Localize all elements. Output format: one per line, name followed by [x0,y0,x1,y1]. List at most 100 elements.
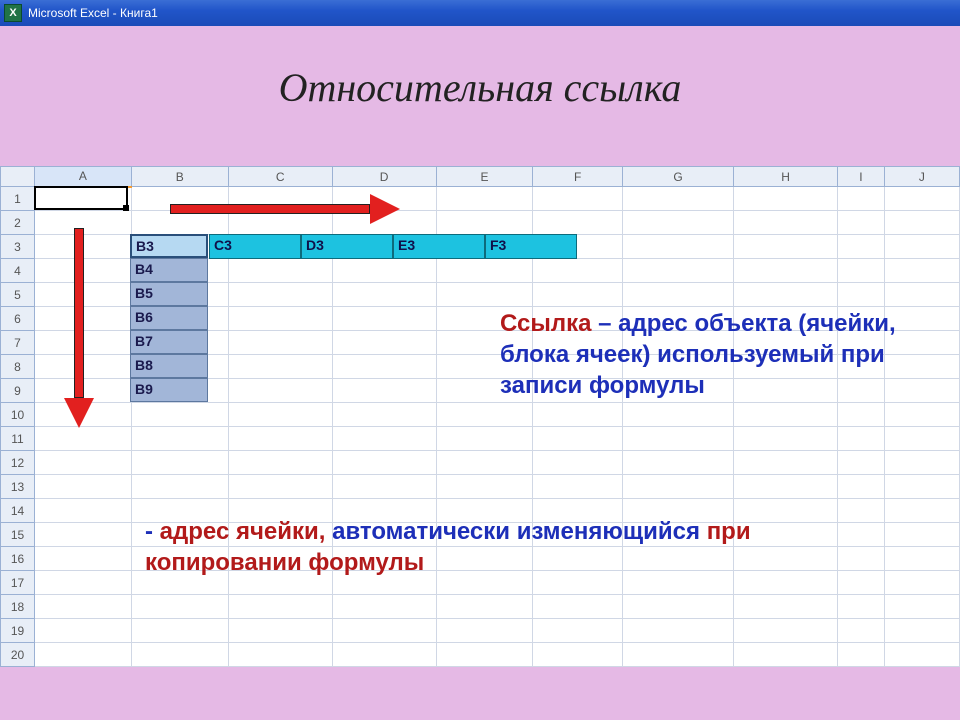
col-header-B[interactable]: B [131,167,228,187]
cell[interactable] [623,451,734,475]
cell[interactable] [838,571,885,595]
col-header-E[interactable]: E [436,167,533,187]
row-header[interactable]: 9 [1,379,35,403]
col-header-D[interactable]: D [332,167,436,187]
cell[interactable] [228,595,332,619]
cell[interactable] [884,259,959,283]
cell[interactable] [35,619,132,643]
cell[interactable] [35,523,132,547]
cell[interactable] [436,595,533,619]
cell[interactable] [228,331,332,355]
cell[interactable] [35,475,132,499]
cell[interactable] [228,643,332,667]
cell[interactable] [332,283,436,307]
cell[interactable] [838,643,885,667]
cell[interactable] [35,595,132,619]
cell[interactable] [35,499,132,523]
col-header-I[interactable]: I [838,167,885,187]
cell[interactable] [623,643,734,667]
cell[interactable] [838,475,885,499]
row-header[interactable]: 17 [1,571,35,595]
cell[interactable] [332,403,436,427]
cell[interactable] [838,283,885,307]
cell[interactable] [131,595,228,619]
cell[interactable] [838,235,885,259]
cell[interactable] [734,475,838,499]
cell[interactable] [228,403,332,427]
cell[interactable] [35,547,132,571]
cell[interactable] [623,187,734,211]
cell[interactable] [734,427,838,451]
cell[interactable] [533,451,623,475]
cell[interactable] [131,619,228,643]
cell[interactable] [623,427,734,451]
cell[interactable] [332,475,436,499]
cell[interactable] [838,403,885,427]
col-header-J[interactable]: J [884,167,959,187]
cell[interactable] [228,379,332,403]
cell[interactable] [838,499,885,523]
cell[interactable] [884,235,959,259]
cell[interactable] [734,235,838,259]
cell[interactable] [623,619,734,643]
cell[interactable] [734,211,838,235]
cell[interactable] [131,643,228,667]
cell[interactable] [623,211,734,235]
row-header[interactable]: 19 [1,619,35,643]
row-header[interactable]: 4 [1,259,35,283]
cell[interactable] [838,427,885,451]
row-header[interactable]: 10 [1,403,35,427]
cell[interactable] [228,451,332,475]
cell[interactable] [332,259,436,283]
row-header[interactable]: 7 [1,331,35,355]
cell[interactable] [332,643,436,667]
cell[interactable] [533,619,623,643]
cell[interactable] [332,379,436,403]
cell[interactable] [436,211,533,235]
cell[interactable] [228,259,332,283]
cell[interactable] [734,619,838,643]
cell[interactable] [332,619,436,643]
cell[interactable] [734,451,838,475]
row-header[interactable]: 15 [1,523,35,547]
cell[interactable] [332,451,436,475]
cell[interactable] [884,619,959,643]
cell[interactable] [35,451,132,475]
cell[interactable] [436,187,533,211]
cell[interactable] [623,235,734,259]
cell[interactable] [623,259,734,283]
cell[interactable] [228,355,332,379]
select-all-corner[interactable] [1,167,35,187]
cell[interactable] [734,595,838,619]
cell[interactable] [734,643,838,667]
cell[interactable] [533,259,623,283]
cell[interactable] [623,475,734,499]
cell[interactable] [623,283,734,307]
row-header[interactable]: 2 [1,211,35,235]
cell[interactable] [734,283,838,307]
cell[interactable] [35,187,132,211]
cell[interactable] [838,595,885,619]
row-header[interactable]: 12 [1,451,35,475]
cell[interactable] [228,427,332,451]
cell[interactable] [884,571,959,595]
cell[interactable] [533,595,623,619]
col-header-F[interactable]: F [533,167,623,187]
cell[interactable] [838,259,885,283]
cell[interactable] [884,547,959,571]
cell[interactable] [228,475,332,499]
cell[interactable] [332,307,436,331]
cell[interactable] [436,427,533,451]
cell[interactable] [533,403,623,427]
cell[interactable] [332,355,436,379]
row-header[interactable]: 14 [1,499,35,523]
cell[interactable] [533,643,623,667]
cell[interactable] [332,595,436,619]
row-header[interactable]: 5 [1,283,35,307]
cell[interactable] [884,523,959,547]
cell[interactable] [884,643,959,667]
row-header[interactable]: 16 [1,547,35,571]
cell[interactable] [131,451,228,475]
cell[interactable] [884,475,959,499]
cell[interactable] [838,547,885,571]
